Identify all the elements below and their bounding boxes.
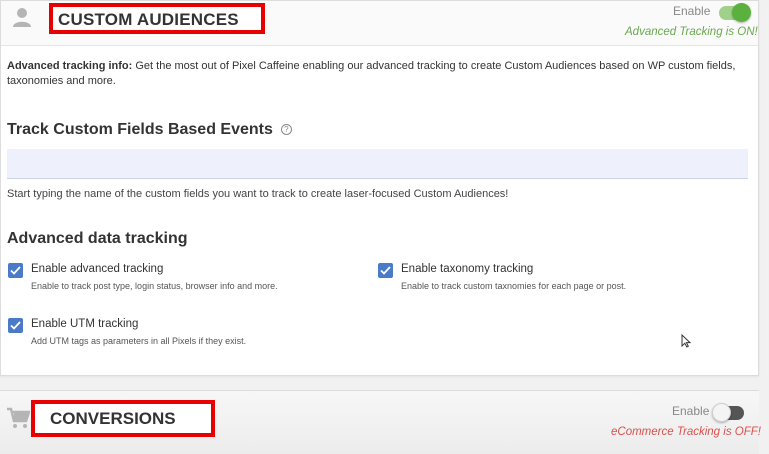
utm-tracking-desc: Add UTM tags as parameters in all Pixels… [31,336,247,346]
custom-fields-hint: Start typing the name of the custom fiel… [7,188,509,200]
advanced-tracking-checkbox[interactable] [8,263,23,278]
highlight-box-conversions: CONVERSIONS [31,400,215,437]
advanced-data-tracking-title: Advanced data tracking [7,230,188,247]
custom-audiences-title: CUSTOM AUDIENCES [58,10,239,29]
toggle-knob [732,3,751,22]
info-label: Advanced tracking info: [7,60,133,72]
custom-audiences-card: CUSTOM AUDIENCES Enable Advanced Trackin… [0,0,759,376]
advanced-tracking-toggle[interactable] [719,3,751,22]
conversions-enable-label: Enable [672,404,710,418]
conversions-title: CONVERSIONS [50,409,176,428]
advanced-tracking-status: Advanced Tracking is ON! [625,26,758,38]
taxonomy-tracking-checkbox[interactable] [378,263,393,278]
enable-label: Enable [673,4,711,18]
check-icon [10,266,21,275]
mouse-cursor-icon [681,333,692,353]
ecommerce-tracking-toggle[interactable] [712,403,744,422]
advanced-tracking-desc: Enable to track post type, login status,… [31,281,278,291]
conversions-card: CONVERSIONS Enable eCommerce Tracking is… [0,390,761,454]
taxonomy-tracking-label: Enable taxonomy tracking [401,263,534,275]
highlight-box-custom-audiences: CUSTOM AUDIENCES [49,3,265,34]
utm-tracking-label: Enable UTM tracking [31,318,139,330]
utm-tracking-checkbox[interactable] [8,318,23,333]
custom-audiences-header: CUSTOM AUDIENCES Enable Advanced Trackin… [1,1,758,46]
check-icon [10,321,21,330]
toggle-knob [712,403,731,422]
cart-icon [6,407,31,434]
custom-fields-input[interactable] [7,149,748,179]
track-custom-fields-title: Track Custom Fields Based Events? [7,121,292,139]
check-icon [380,266,391,275]
taxonomy-tracking-desc: Enable to track custom taxnomies for eac… [401,281,627,291]
advanced-tracking-info: Advanced tracking info: Get the most out… [7,59,747,89]
advanced-tracking-label: Enable advanced tracking [31,263,164,275]
user-icon [11,6,33,28]
help-icon[interactable]: ? [280,124,292,135]
track-custom-fields-title-text: Track Custom Fields Based Events [7,121,273,138]
ecommerce-tracking-status: eCommerce Tracking is OFF! [611,426,761,438]
